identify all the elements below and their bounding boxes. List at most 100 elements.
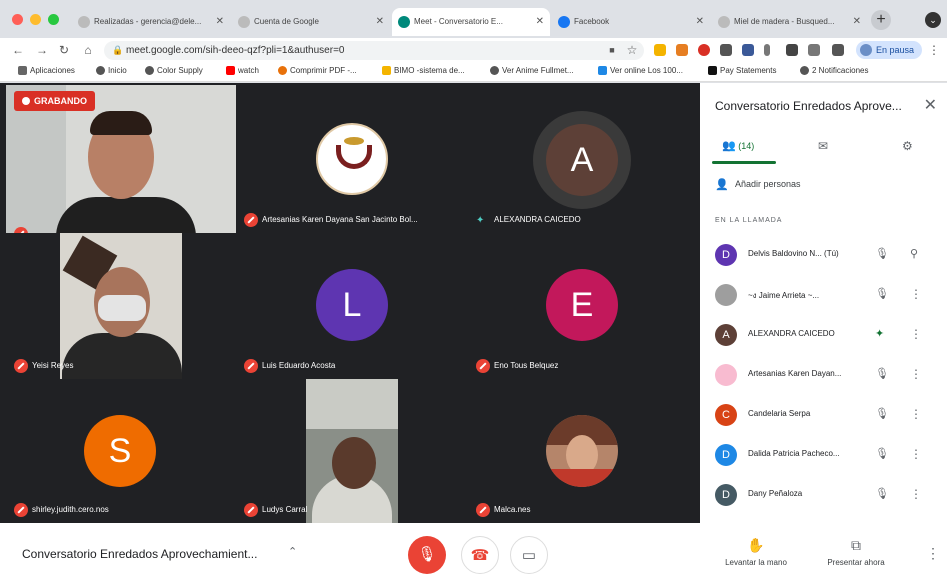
participant-name: Delvis Baldovino N... (Tú) <box>748 249 873 258</box>
extension-icon[interactable] <box>786 44 798 56</box>
mic-off-icon[interactable]: 🎙 <box>875 247 889 260</box>
bookmark-item[interactable]: BIMO -sistema de... <box>382 66 465 75</box>
mic-off-icon[interactable]: 🎙 <box>875 447 889 460</box>
participant-row[interactable]: D Dalida Patricia Pacheco... 🎙 ⋮ <box>715 441 940 469</box>
more-options-icon[interactable]: ⋮ <box>910 407 922 421</box>
active-tab-indicator <box>712 161 776 164</box>
profile-button[interactable]: En pausa <box>856 41 922 59</box>
participant-row[interactable]: D Delvis Baldovino N... (Tú) 🎙 ⚲ <box>715 241 940 269</box>
present-now-button[interactable]: ⧉ Presentar ahora <box>816 537 896 567</box>
tab-search-icon[interactable]: ⌄ <box>925 12 941 28</box>
mic-off-button[interactable]: 🎙 <box>408 536 446 574</box>
maximize-window-button[interactable] <box>48 14 59 25</box>
bookmark-item[interactable]: Comprimir PDF -... <box>278 66 357 75</box>
extension-icon[interactable] <box>676 44 688 56</box>
participant-tile[interactable]: Artesanias Karen Dayana San Jacinto Bol.… <box>236 85 468 233</box>
mic-off-icon[interactable]: 🎙 <box>875 407 889 420</box>
participant-avatar: D <box>715 484 737 506</box>
mic-off-icon[interactable]: 🎙 <box>875 487 889 500</box>
more-options-icon[interactable]: ⋮ <box>910 447 922 461</box>
camera-indicator-icon[interactable]: ■ <box>604 42 620 58</box>
mic-off-icon[interactable]: 🎙 <box>875 367 889 380</box>
participant-tile[interactable]: Ludys Carral <box>236 379 468 523</box>
reload-icon[interactable]: ↻ <box>56 42 72 58</box>
more-options-icon[interactable]: ⋮ <box>910 367 922 381</box>
extension-icon[interactable] <box>720 44 732 56</box>
extension-icon[interactable] <box>808 44 820 56</box>
bookmark-item[interactable]: watch <box>226 66 259 75</box>
extensions-puzzle-icon[interactable] <box>832 44 844 56</box>
participant-tile[interactable]: Yeisi Reyes <box>6 233 236 379</box>
browser-tab[interactable]: Cuenta de Google ✕ <box>232 8 390 36</box>
bookmark-item[interactable]: Aplicaciones <box>18 66 75 75</box>
url-text: meet.google.com/sih-deeo-qzf?pli=1&authu… <box>126 45 345 56</box>
logo-mark <box>344 137 364 145</box>
tab-people[interactable]: 👥 (14) <box>722 139 754 155</box>
more-options-icon[interactable]: ⋮ <box>910 487 922 501</box>
participant-row[interactable]: A ALEXANDRA CAICEDO ✦ ⋮ <box>715 321 940 349</box>
participant-tile[interactable]: L Luis Eduardo Acosta <box>236 233 468 379</box>
browser-tab[interactable]: Miel de madera - Busqued... ✕ <box>712 8 867 36</box>
home-icon[interactable]: ⌂ <box>80 42 96 58</box>
bookmark-item[interactable]: Color Supply <box>145 66 203 75</box>
participant-avatar: S <box>84 415 156 487</box>
close-window-button[interactable] <box>12 14 23 25</box>
participant-tile[interactable]: Malca.nes <box>468 379 696 523</box>
bookmark-item[interactable]: Pay Statements <box>708 66 776 75</box>
mic-off-icon <box>244 359 258 373</box>
tab-close-icon[interactable]: ✕ <box>696 8 704 36</box>
opera-extension-icon[interactable] <box>698 44 710 56</box>
audio-wave-icon[interactable]: ✦ <box>875 327 884 340</box>
participant-row[interactable]: D Dany Peñaloza 🎙 ⋮ <box>715 481 940 509</box>
pin-icon[interactable]: ⚲ <box>910 247 918 260</box>
minimize-window-button[interactable] <box>30 14 41 25</box>
close-icon[interactable]: ✕ <box>924 95 937 115</box>
address-bar[interactable]: 🔒 meet.google.com/sih-deeo-qzf?pli=1&aut… <box>104 41 644 60</box>
more-options-icon[interactable]: ⋮ <box>910 287 922 301</box>
raise-hand-button[interactable]: ✋ Levantar la mano <box>716 537 796 567</box>
tab-close-icon[interactable]: ✕ <box>853 8 861 36</box>
camera-button[interactable]: ▭ <box>510 536 548 574</box>
browser-menu-icon[interactable]: ⋮ <box>926 42 942 58</box>
browser-tab[interactable]: Facebook ✕ <box>552 8 710 36</box>
new-tab-button[interactable]: + <box>871 10 891 30</box>
chevron-up-icon[interactable]: ⌃ <box>288 545 297 558</box>
activities-icon[interactable]: ⚙ <box>902 139 913 155</box>
chat-icon[interactable]: ✉ <box>818 139 828 155</box>
meeting-name[interactable]: Conversatorio Enredados Aprovechamient..… <box>22 547 257 561</box>
globe-icon <box>145 66 154 75</box>
mic-off-icon[interactable]: 🎙 <box>875 287 889 300</box>
add-people-label: Añadir personas <box>735 179 801 189</box>
participant-tile[interactable]: E Eno Tous Belquez <box>468 233 696 379</box>
add-people-button[interactable]: 👤 Añadir personas <box>715 179 801 191</box>
participant-row[interactable]: Artesanias Karen Dayan... 🎙 ⋮ <box>715 361 940 389</box>
hang-up-icon: ☎ <box>470 547 490 564</box>
more-options-icon[interactable]: ⋮ <box>926 545 940 562</box>
participant-name: ALEXANDRA CAICEDO <box>748 329 835 338</box>
participant-tile[interactable]: A ✦ ALEXANDRA CAICEDO <box>468 85 696 233</box>
forward-arrow-icon[interactable]: → <box>34 42 50 58</box>
tab-close-icon[interactable]: ✕ <box>536 8 544 36</box>
bookmark-star-icon[interactable]: ☆ <box>624 42 640 58</box>
tab-close-icon[interactable]: ✕ <box>376 8 384 36</box>
more-options-icon[interactable]: ⋮ <box>910 327 922 341</box>
browser-tab[interactable]: Realizadas - gerencia@dele... ✕ <box>72 8 230 36</box>
back-arrow-icon[interactable]: ← <box>10 42 26 58</box>
pdf-icon <box>278 66 287 75</box>
participant-row[interactable]: C Candelaria Serpa 🎙 ⋮ <box>715 401 940 429</box>
participant-tile[interactable]: GRABANDO <box>6 85 236 233</box>
tab-close-icon[interactable]: ✕ <box>216 8 224 36</box>
participant-name: Dalida Patricia Pacheco... <box>748 449 840 458</box>
bookmark-item[interactable]: 2 Notificaciones <box>800 66 868 75</box>
participant-tile[interactable]: S shirley.judith.cero.nos <box>6 379 236 523</box>
extension-icon[interactable] <box>654 44 666 56</box>
bookmark-item[interactable]: Ver online Los 100... <box>598 66 683 75</box>
participant-row[interactable]: ~ง Jaime Arrieta ~... 🎙 ⋮ <box>715 281 940 309</box>
bookmark-item[interactable]: Ver Anime Fullmet... <box>490 66 574 75</box>
leave-call-button[interactable]: ☎ <box>461 536 499 574</box>
pin-extension-icon[interactable] <box>764 44 770 56</box>
browser-tab-active[interactable]: Meet - Conversatorio E... ✕ <box>392 8 550 36</box>
bookmark-item[interactable]: Inicio <box>96 66 127 75</box>
extension-icon[interactable] <box>742 44 754 56</box>
mic-off-icon <box>14 503 28 517</box>
